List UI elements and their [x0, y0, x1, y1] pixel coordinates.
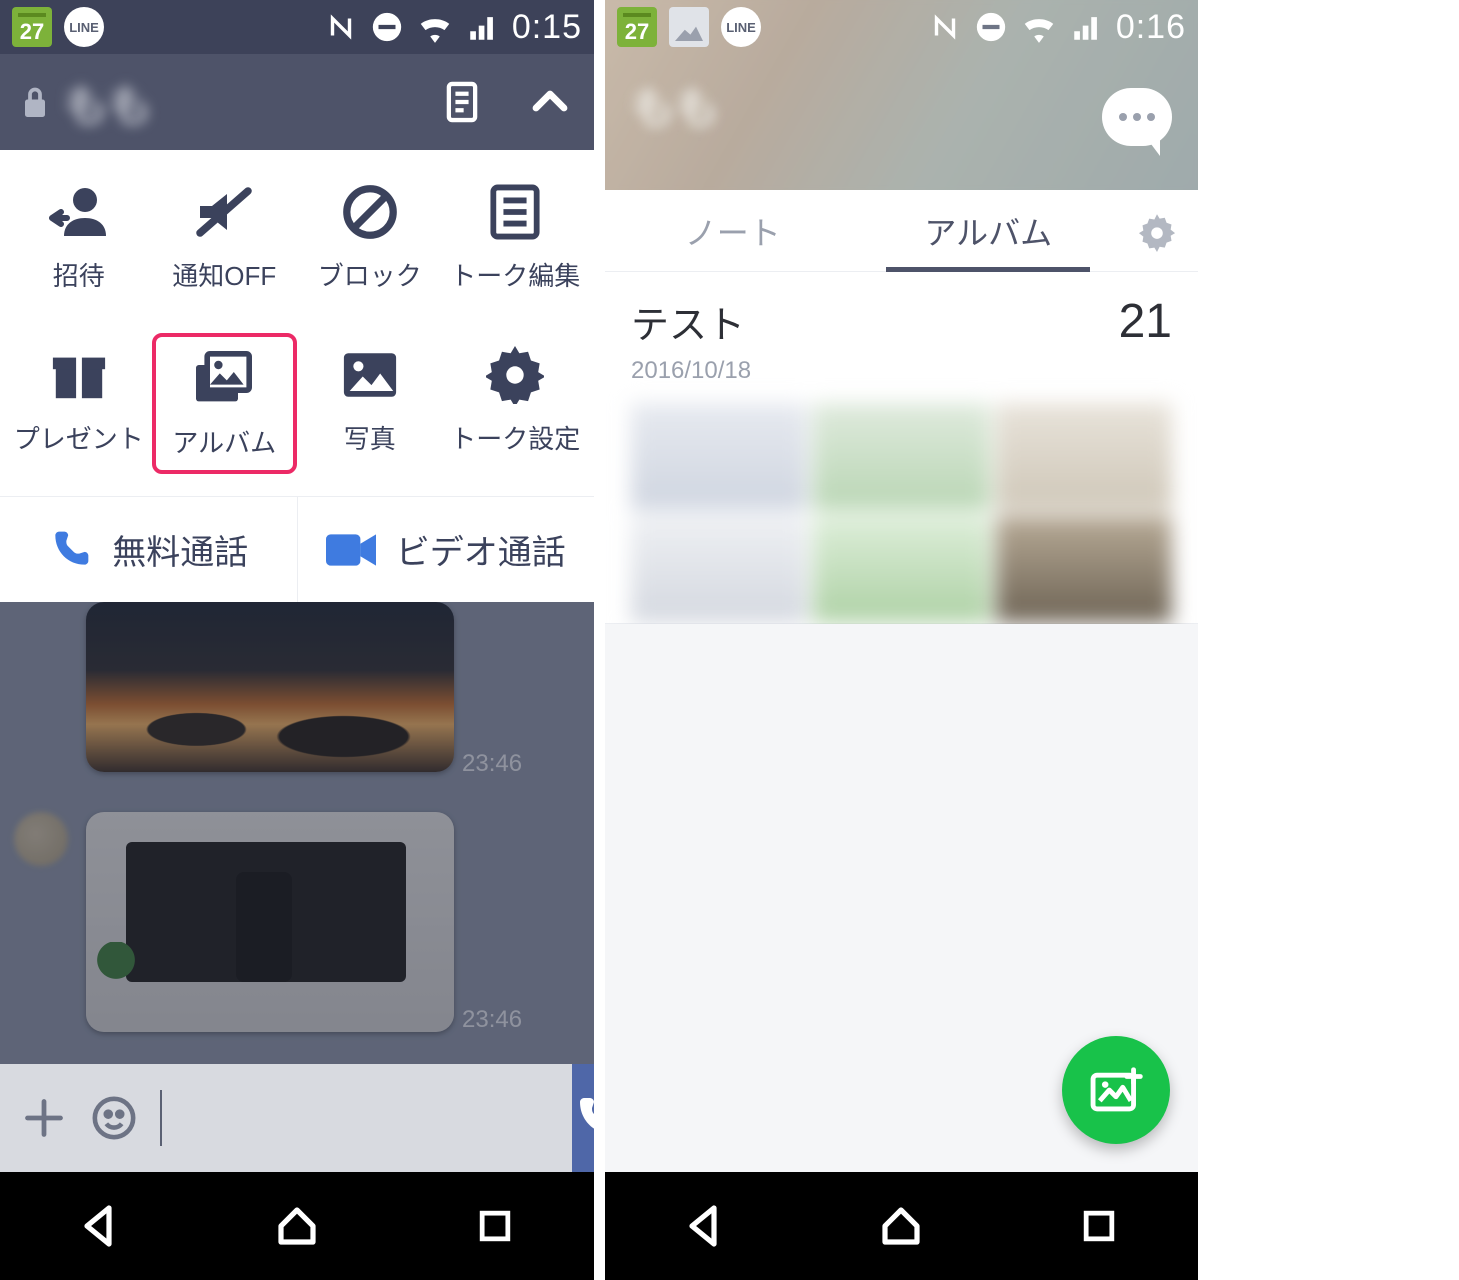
menu-present[interactable]: プレゼント — [6, 333, 152, 474]
phone-left: 27 LINE 0:15 もも — [0, 0, 594, 1280]
tab-note[interactable]: ノート — [605, 190, 861, 271]
album-thumbnail[interactable] — [813, 403, 989, 510]
album-name: テスト — [631, 294, 751, 349]
album-body — [605, 624, 1198, 1172]
album-header: 27 LINE 0:16 もも — [605, 0, 1198, 190]
lock-icon — [20, 84, 50, 120]
nav-recent-button[interactable] — [1069, 1196, 1129, 1256]
voice-call-button[interactable]: 無料通話 — [0, 497, 297, 602]
gear-icon — [483, 343, 547, 407]
menu-photo[interactable]: 写真 — [297, 333, 443, 474]
menu-edit-talk[interactable]: トーク編集 — [443, 170, 589, 303]
notes-button[interactable] — [438, 78, 486, 126]
phone-right: 27 LINE 0:16 もも ノート アルバム テスト — [605, 0, 1198, 1280]
open-chat-button[interactable] — [1102, 88, 1172, 146]
album-date: 2016/10/18 — [631, 357, 751, 385]
menu-label: アルバム — [172, 423, 276, 460]
menu-block[interactable]: ブロック — [297, 170, 443, 303]
wifi-icon — [1020, 10, 1058, 44]
album-tabs: ノート アルバム — [605, 190, 1198, 272]
line-app-icon: LINE — [721, 7, 761, 47]
chat-title: もも — [64, 70, 152, 134]
nfc-icon — [324, 10, 358, 44]
invite-icon — [47, 180, 111, 244]
album-thumbnail[interactable] — [813, 516, 989, 623]
gallery-app-icon — [669, 7, 709, 47]
nav-recent-button[interactable] — [465, 1196, 525, 1256]
compose-bar — [0, 1064, 594, 1172]
block-icon — [338, 180, 402, 244]
chat-title: もも — [631, 72, 719, 136]
nav-back-button[interactable] — [69, 1196, 129, 1256]
mute-icon — [192, 180, 256, 244]
add-photo-icon — [1089, 1066, 1143, 1114]
emoji-button[interactable] — [90, 1094, 138, 1142]
menu-album[interactable]: アルバム — [152, 333, 298, 474]
album-thumbnail[interactable] — [996, 403, 1172, 510]
status-bar: 27 LINE 0:16 — [605, 0, 1198, 54]
nav-home-button[interactable] — [267, 1196, 327, 1256]
video-icon — [326, 531, 376, 569]
line-app-icon: LINE — [64, 7, 104, 47]
menu-invite[interactable]: 招待 — [6, 170, 152, 303]
album-thumbnails — [631, 403, 1172, 623]
album-icon — [192, 347, 256, 411]
chat-menu-panel: 招待 通知OFF ブロック トーク編集 — [0, 150, 594, 602]
menu-label: ブロック — [318, 256, 422, 293]
menu-mute[interactable]: 通知OFF — [152, 170, 298, 303]
list-icon — [483, 180, 547, 244]
status-clock: 0:15 — [512, 8, 582, 47]
video-call-button[interactable]: ビデオ通話 — [297, 497, 595, 602]
album-thumbnail[interactable] — [631, 403, 807, 510]
menu-label: 招待 — [53, 256, 105, 293]
menu-talk-settings[interactable]: トーク設定 — [443, 333, 589, 474]
nav-home-button[interactable] — [871, 1196, 931, 1256]
message-input[interactable] — [160, 1090, 552, 1146]
photo-icon — [338, 343, 402, 407]
calendar-icon: 27 — [617, 7, 657, 47]
dim-overlay — [0, 602, 594, 1064]
chat-header: もも — [0, 54, 594, 150]
calendar-icon: 27 — [12, 7, 52, 47]
status-clock: 0:16 — [1116, 8, 1186, 47]
dnd-icon — [974, 10, 1008, 44]
status-bar: 27 LINE 0:15 — [0, 0, 594, 54]
album-thumbnail[interactable] — [996, 516, 1172, 623]
attach-button[interactable] — [20, 1094, 68, 1142]
signal-icon — [466, 10, 500, 44]
status-left: 27 LINE — [12, 7, 104, 47]
album-thumbnail[interactable] — [631, 516, 807, 623]
video-call-label: ビデオ通話 — [396, 525, 566, 574]
tab-settings-button[interactable] — [1116, 190, 1198, 271]
nfc-icon — [928, 10, 962, 44]
add-album-fab[interactable] — [1062, 1036, 1170, 1144]
menu-label: 写真 — [344, 419, 396, 456]
menu-label: トーク編集 — [450, 256, 580, 293]
menu-label: プレゼント — [14, 419, 144, 456]
album-count: 21 — [1119, 294, 1172, 349]
android-navbar — [0, 1172, 594, 1280]
android-navbar — [605, 1172, 1198, 1280]
album-item[interactable]: テスト 2016/10/18 21 — [605, 272, 1198, 624]
compose-call-button[interactable] — [572, 1064, 594, 1172]
collapse-button[interactable] — [526, 78, 574, 126]
nav-back-button[interactable] — [674, 1196, 734, 1256]
voice-call-label: 無料通話 — [112, 525, 248, 574]
tab-album[interactable]: アルバム — [861, 190, 1117, 271]
menu-label: トーク設定 — [450, 419, 580, 456]
dnd-icon — [370, 10, 404, 44]
signal-icon — [1070, 10, 1104, 44]
chat-body: 23:46 23:46 — [0, 602, 594, 1064]
status-right: 0:15 — [324, 8, 582, 47]
wifi-icon — [416, 10, 454, 44]
menu-label: 通知OFF — [172, 256, 276, 293]
phone-icon — [48, 528, 92, 572]
gift-icon — [47, 343, 111, 407]
ellipsis-icon — [1119, 113, 1155, 121]
